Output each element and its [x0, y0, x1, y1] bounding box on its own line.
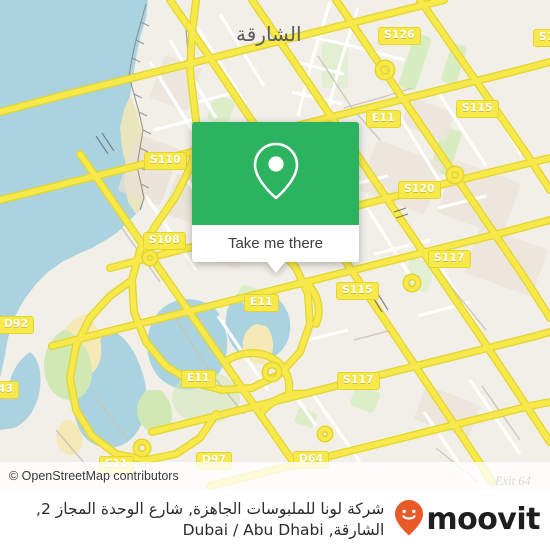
place-callout-card[interactable]: Take me there — [192, 122, 359, 273]
road-shield-43[interactable]: 43 — [0, 381, 20, 399]
road-shield-s115-a[interactable]: S115 — [456, 100, 499, 118]
road-shield-e11-c[interactable]: E11 — [181, 370, 216, 388]
road-shield-s115-b[interactable]: S115 — [336, 282, 379, 300]
road-shield-s108[interactable]: S108 — [143, 232, 186, 250]
road-shield-s117-b[interactable]: S117 — [337, 372, 380, 390]
take-me-there-label: Take me there — [227, 235, 324, 252]
road-shield-d92[interactable]: D92 — [0, 316, 35, 334]
place-address-text: شركة لونا للملبوسات الجاهزة, شارع الوحدة… — [36, 500, 385, 539]
road-shield-s120[interactable]: S120 — [398, 181, 441, 199]
map-city-label: الشارقة — [236, 22, 302, 46]
road-shield-e11-a[interactable]: E11 — [366, 110, 401, 128]
road-shield-s126[interactable]: S126 — [378, 27, 421, 45]
callout-footer[interactable]: Take me there — [192, 225, 359, 262]
road-shield-s110[interactable]: S110 — [144, 152, 187, 170]
moovit-logo[interactable]: moovit — [394, 499, 550, 542]
moovit-wordmark: moovit — [426, 502, 540, 537]
road-shield-s117-a[interactable]: S117 — [428, 250, 471, 268]
location-pin-icon — [250, 140, 302, 207]
callout-header — [192, 122, 359, 225]
footer-bar: شركة لونا للملبوسات الجاهزة, شارع الوحدة… — [0, 490, 550, 550]
callout-pointer-tail — [266, 262, 285, 273]
screenshot-root: الشارقة Exit 64 S126 S1 E11 S115 S110 S1… — [0, 0, 550, 550]
map-attribution-bar: © OpenStreetMap contributors — [0, 462, 550, 490]
road-shield-e11-b[interactable]: E11 — [244, 294, 279, 312]
map-canvas[interactable]: الشارقة Exit 64 S126 S1 E11 S115 S110 S1… — [0, 0, 550, 490]
moovit-pin-smile-icon — [394, 499, 424, 542]
road-shield-s1[interactable]: S1 — [533, 29, 550, 47]
osm-attribution-text[interactable]: © OpenStreetMap contributors — [0, 469, 179, 483]
